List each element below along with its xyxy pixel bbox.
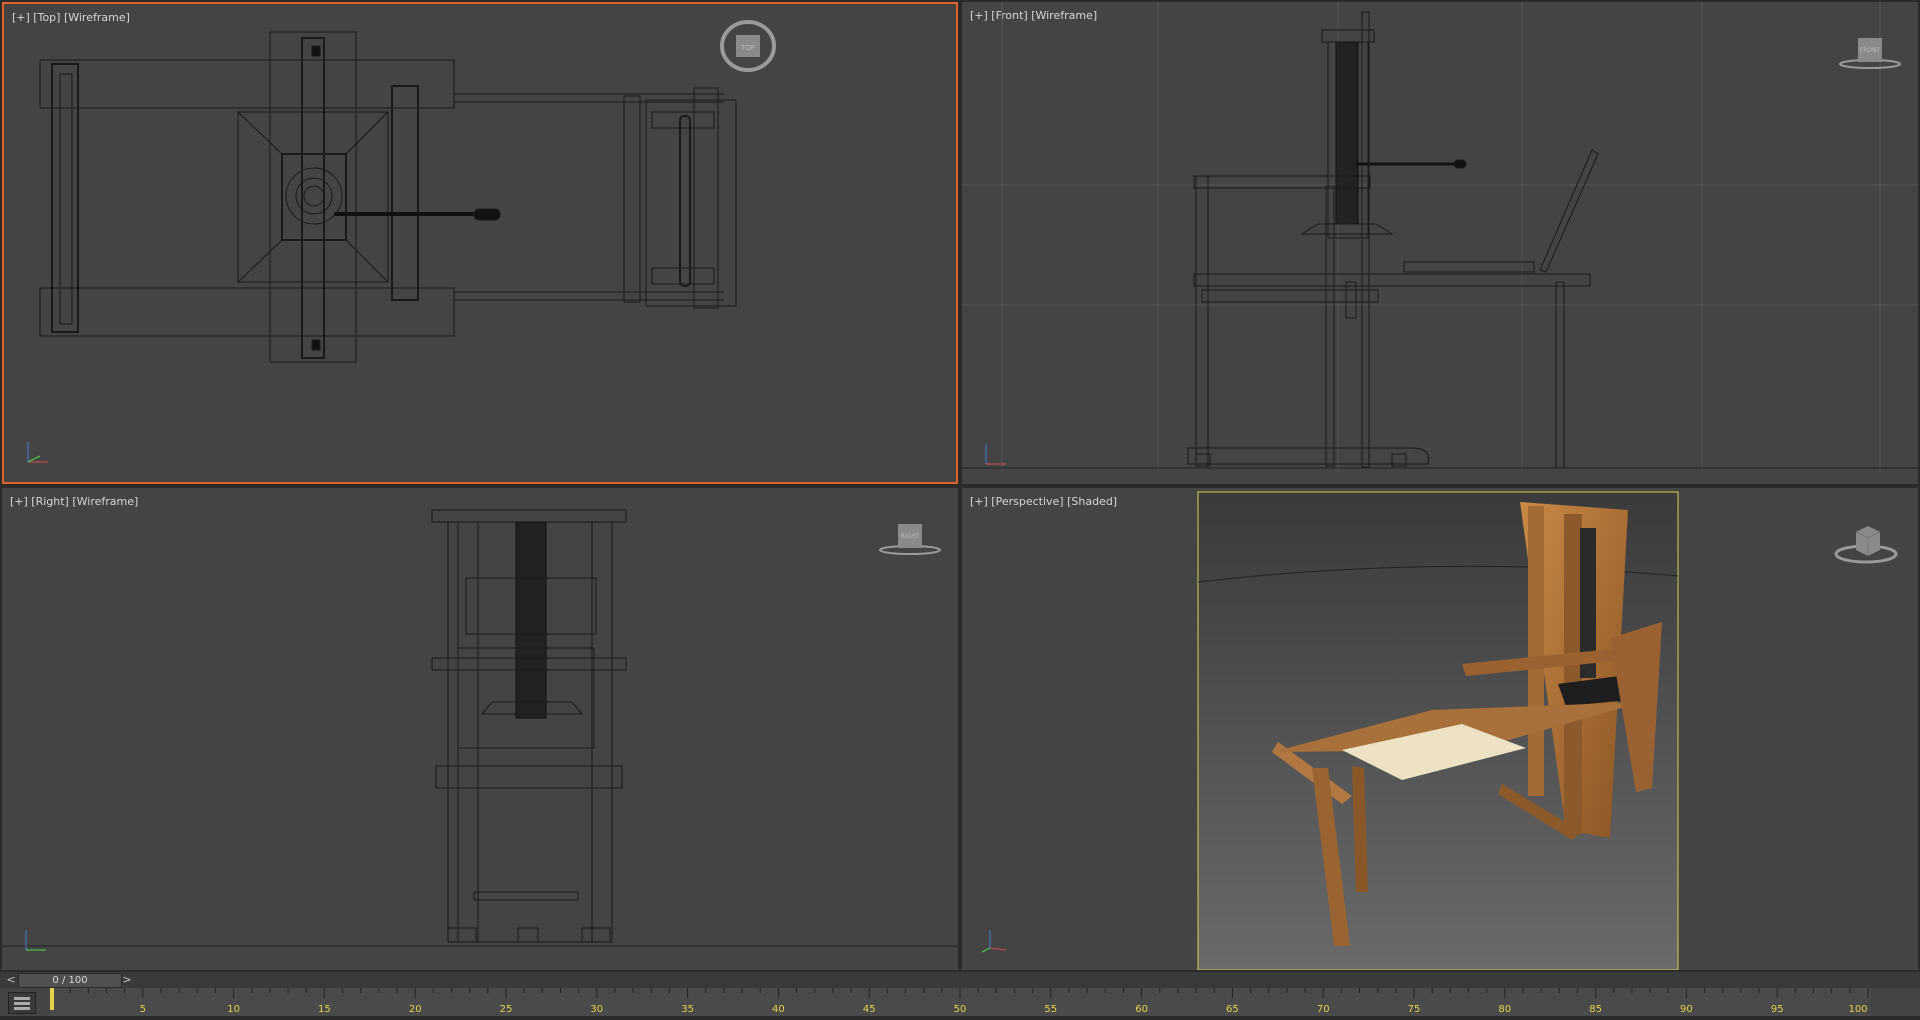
axis-gizmo-icon	[27, 442, 48, 463]
ruler-tick-label: 30	[590, 1004, 603, 1015]
track-bar: 5 10 15 20 25 30 35 40 45 50 55 60 65 70 75 80 85 90 95 100	[0, 988, 1920, 1016]
viewport-front[interactable]: [+] [Front] [Wireframe] FRONT	[962, 2, 1918, 484]
current-frame-marker	[50, 988, 54, 1010]
ruler-tick-label: 15	[318, 1004, 331, 1015]
ruler-tick-label: 90	[1680, 1004, 1693, 1015]
ruler-tick-label: 40	[772, 1004, 785, 1015]
ruler-tick-label: 60	[1135, 1004, 1148, 1015]
axis-gizmo-icon	[985, 444, 1006, 465]
viewcube-front-label: FRONT	[1860, 47, 1881, 54]
time-prev-button[interactable]: <	[6, 973, 16, 987]
viewport-right[interactable]: [+] [Right] [Wireframe] RIGHT	[2, 488, 958, 970]
ruler-tick-label: 75	[1408, 1004, 1421, 1015]
curve-editor-icon[interactable]	[8, 992, 36, 1014]
front-wireframe-drawing	[962, 2, 1918, 472]
viewcube-right[interactable]: RIGHT	[878, 518, 942, 558]
ruler-tick-label: 65	[1226, 1004, 1239, 1015]
top-wireframe-drawing	[39, 31, 737, 363]
ruler-tick-label: 55	[1044, 1004, 1057, 1015]
ruler-tick-label: 95	[1771, 1004, 1784, 1015]
ruler-tick-label: 80	[1498, 1004, 1511, 1015]
viewcube-top-label: TOP	[740, 44, 755, 52]
ruler-tick-label: 100	[1848, 1004, 1867, 1015]
time-slider-bar: < 0 / 100 >	[0, 972, 1920, 988]
viewcube-perspective[interactable]	[1834, 518, 1898, 568]
viewcube-top[interactable]: TOP	[718, 20, 778, 72]
ruler-tick-label: 45	[863, 1004, 876, 1015]
time-next-button[interactable]: >	[122, 973, 132, 987]
viewport-top[interactable]: [+] [Top] [Wireframe] TOP	[2, 2, 958, 484]
ruler-tick-label: 20	[409, 1004, 422, 1015]
ruler-tick-label: 85	[1589, 1004, 1602, 1015]
track-ruler-ticks: 5 10 15 20 25 30 35 40 45 50 55 60 65 70 75 80 85 90 95 100	[50, 988, 1869, 1015]
ruler-tick-label: 10	[227, 1004, 240, 1015]
perspective-render	[1197, 491, 1679, 970]
ruler-tick-label: 35	[681, 1004, 694, 1015]
viewcube-right-label: RIGHT	[901, 533, 920, 540]
axis-gizmo-icon	[981, 930, 1007, 953]
track-ruler[interactable]: 5 10 15 20 25 30 35 40 45 50 55 60 65 70 75 80 85 90 95 100	[50, 988, 1870, 1016]
ruler-tick-label: 50	[954, 1004, 967, 1015]
axis-gizmo-icon	[25, 930, 46, 951]
time-slider-handle[interactable]: 0 / 100	[18, 973, 122, 988]
viewcube-front[interactable]: FRONT	[1838, 32, 1902, 72]
ruler-tick-label: 25	[500, 1004, 513, 1015]
ruler-tick-label: 70	[1317, 1004, 1330, 1015]
ruler-tick-label: 5	[140, 1004, 146, 1015]
viewport-perspective[interactable]: [+] [Perspective] [Shaded]	[962, 488, 1918, 970]
right-wireframe-drawing	[2, 509, 958, 947]
